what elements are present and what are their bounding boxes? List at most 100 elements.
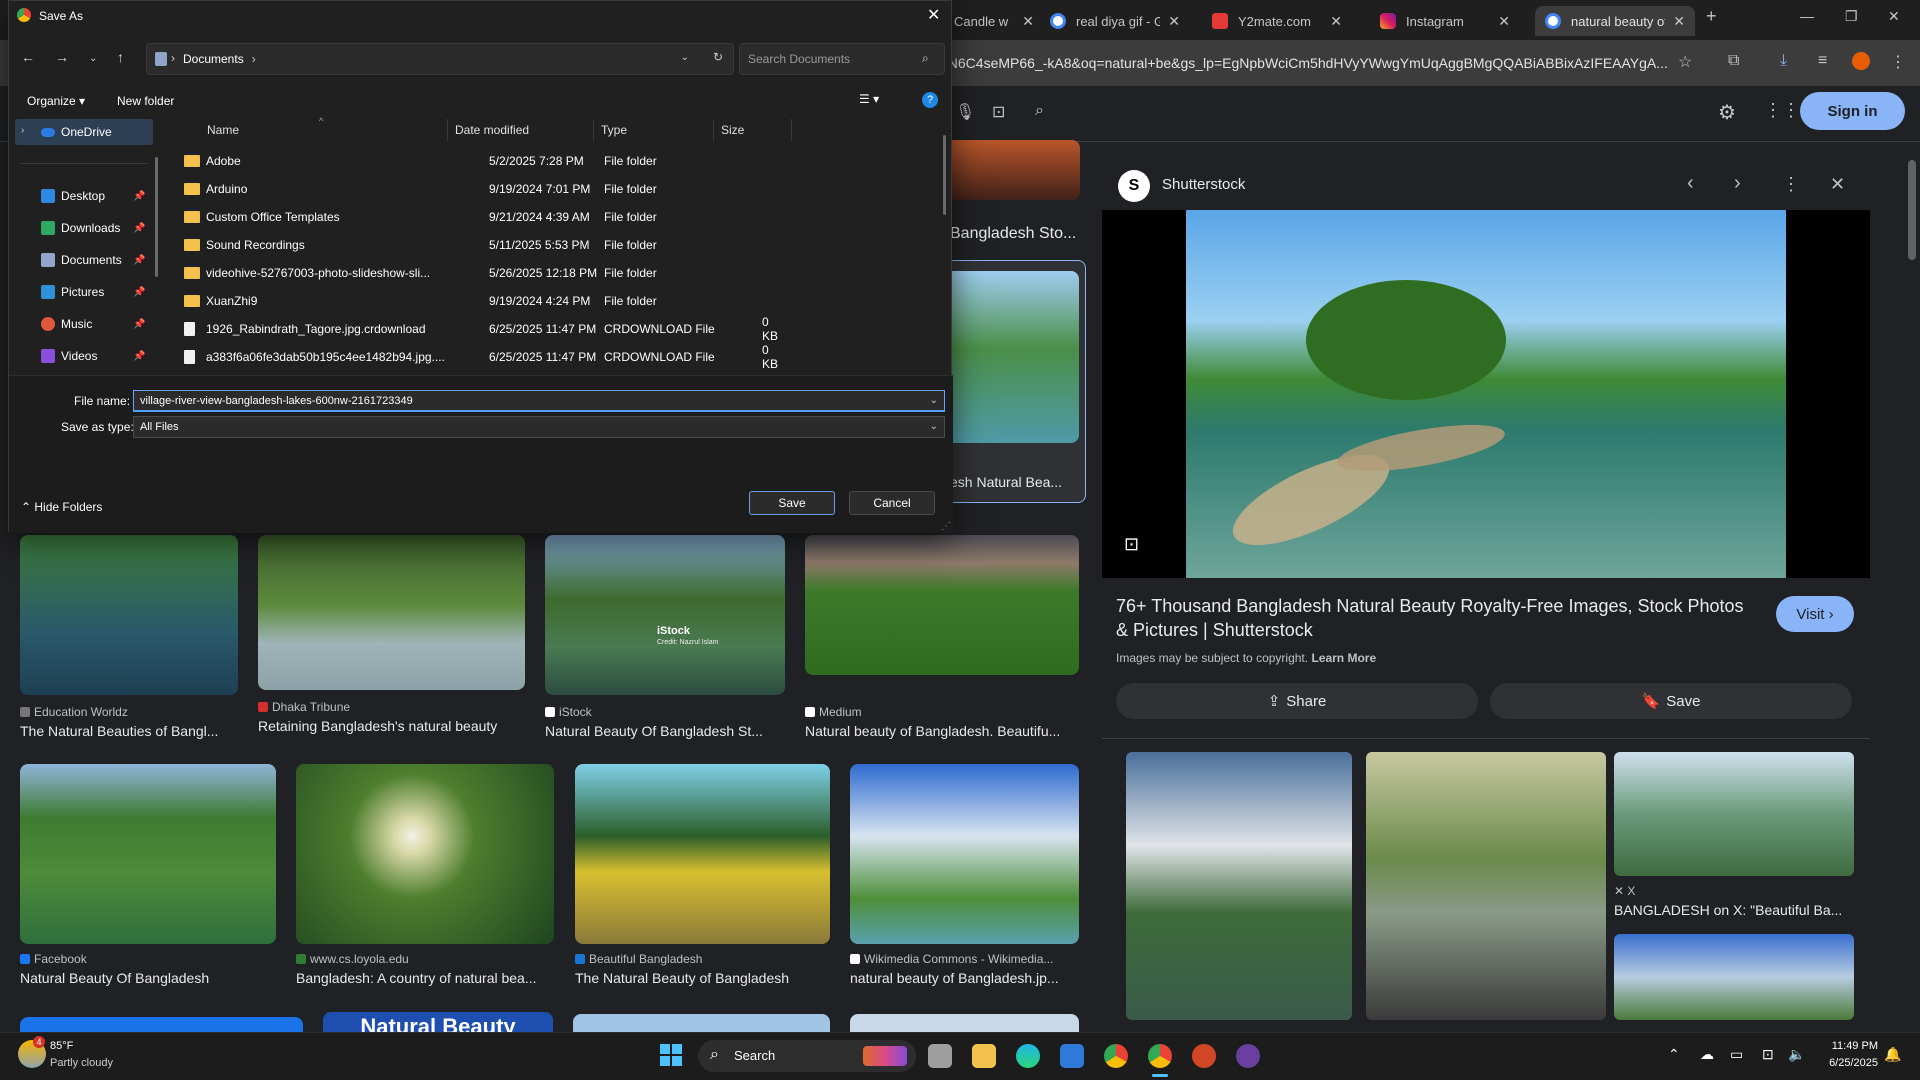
chevron-down-icon[interactable]: ⌄ [930,417,938,437]
nav-onedrive[interactable]: OneDrive [41,125,112,139]
address-path[interactable]: › Documents › ⌄ ↻ [146,43,734,75]
result-card[interactable]: iStock Credit: Nazrul Islam iStock Natur… [545,535,785,739]
nav-downloads[interactable]: Downloads [41,221,120,235]
bookmark-star-icon[interactable]: ☆ [1678,52,1692,72]
save-as-type-select[interactable]: All Files ⌄ [133,416,945,438]
extensions-icon[interactable]: ⧉ [1728,52,1739,70]
result-title[interactable]: Bangladesh Sto... [950,225,1076,243]
browser-tab[interactable]: Candle w ✕ [944,6,1044,36]
tab-close-icon[interactable]: ✕ [1673,13,1685,30]
page-scrollbar[interactable] [1908,160,1916,260]
related-image[interactable] [1126,752,1352,1020]
search-documents-input[interactable]: Search Documents [739,43,945,75]
lens-search-icon[interactable]: ⊡ [1124,534,1139,555]
address-bar[interactable]: 2N6C4seMP66_-kA8&oq=natural+be&gs_lp=EgN… [940,48,1675,78]
result-image[interactable] [850,1014,1079,1032]
file-row[interactable]: Arduino 9/19/2024 7:01 PM File folder [184,177,784,201]
more-options-icon[interactable]: ⋮ [1782,174,1800,195]
save-button[interactable]: Save [749,491,835,515]
file-name-input[interactable]: village-river-view-bangladesh-lakes-600n… [133,390,945,412]
result-image[interactable] [573,1014,830,1032]
selected-result-card[interactable]: esh Natural Bea... [945,260,1086,503]
column-divider[interactable] [593,119,594,141]
clock-time[interactable]: 11:49 PM [1826,1040,1878,1052]
file-row[interactable]: Adobe 5/2/2025 7:28 PM File folder [184,149,784,173]
tab-close-icon[interactable]: ✕ [1330,13,1342,30]
cancel-button[interactable]: Cancel [849,491,935,515]
preview-image[interactable] [1186,210,1786,578]
related-image[interactable] [1366,752,1606,1020]
chevron-up-icon[interactable]: ⌃ [1668,1046,1680,1063]
organize-button[interactable]: Organize ▾ [27,94,85,108]
file-row[interactable]: 1926_Rabindrath_Tagore.jpg.crdownload 6/2… [184,315,784,343]
file-row[interactable]: XuanZhi9 9/19/2024 4:24 PM File folder [184,289,784,313]
start-windows-icon[interactable] [660,1044,682,1066]
file-explorer-icon[interactable] [972,1044,996,1068]
column-date-modified[interactable]: Date modified [455,123,529,137]
browser-tab[interactable]: Y2mate.com ✕ [1202,6,1352,36]
browser-tab[interactable]: real diya gif - Goo ✕ [1040,6,1190,36]
browser-tab-active[interactable]: natural beauty of ✕ [1535,6,1695,36]
visit-button[interactable]: Visit › [1776,596,1854,632]
result-card[interactable]: Medium Natural beauty of Bangladesh. Bea… [805,535,1079,739]
keyboard-icon[interactable]: ▭ [1730,1046,1743,1063]
column-size[interactable]: Size [721,123,744,137]
column-type[interactable]: Type [601,123,627,137]
column-divider[interactable] [713,119,714,141]
weather-desc[interactable]: Partly cloudy [50,1057,113,1069]
result-card[interactable]: Wikimedia Commons - Wikimedia... natural… [850,764,1079,986]
tab-close-icon[interactable]: ✕ [1498,13,1510,30]
powerpoint-icon[interactable] [1192,1044,1216,1068]
pin-icon[interactable]: 📌 [133,319,145,330]
clock-date[interactable]: 6/25/2025 [1820,1057,1878,1069]
pin-icon[interactable]: 📌 [133,351,145,362]
new-tab-button[interactable]: + [1706,6,1717,27]
nav-videos[interactable]: Videos [41,349,97,363]
dialog-close-icon[interactable]: ✕ [927,5,940,25]
expand-chevron-icon[interactable]: › [21,125,24,136]
close-panel-icon[interactable]: ✕ [1830,174,1845,195]
related-image[interactable] [1614,934,1854,1020]
tab-close-icon[interactable]: ✕ [1168,13,1180,30]
pin-icon[interactable]: 📌 [133,255,145,266]
profile-avatar[interactable] [1852,52,1870,70]
apps-grid-icon[interactable]: ⋮⋮ [1764,100,1800,121]
address-dropdown-icon[interactable]: ⌄ [681,52,689,63]
lens-icon[interactable]: ⊡ [992,102,1005,122]
notification-bell-icon[interactable]: 🔔 [1884,1046,1901,1063]
voice-search-icon[interactable]: 🎙 [955,102,975,122]
nav-desktop[interactable]: Desktop [41,189,105,203]
volume-icon[interactable]: 🔈 [1788,1046,1805,1063]
nav-documents[interactable]: Documents [41,253,122,267]
media-icon[interactable]: ≡ [1818,52,1827,70]
previous-icon[interactable]: ‹ [1687,172,1694,195]
next-icon[interactable]: › [1734,172,1741,195]
column-divider[interactable] [791,119,792,141]
file-row[interactable]: videohive-52767003-photo-slideshow-sli..… [184,261,784,285]
file-row[interactable]: a383f6a06fe3dab50b195c4ee1482b94.jpg....… [184,343,784,371]
preview-title[interactable]: 76+ Thousand Bangladesh Natural Beauty R… [1116,594,1756,642]
pin-icon[interactable]: 📌 [133,223,145,234]
recent-locations-icon[interactable]: ⌄ [89,53,97,64]
breadcrumb-documents[interactable]: Documents [183,52,244,66]
pin-icon[interactable]: 📌 [133,191,145,202]
task-view-icon[interactable] [928,1044,952,1068]
store-icon[interactable] [1060,1044,1084,1068]
pin-icon[interactable]: 📌 [133,287,145,298]
tab-close-icon[interactable]: ✕ [1022,13,1034,30]
back-arrow-icon[interactable]: ← [21,49,35,65]
media-player-icon[interactable] [1236,1044,1260,1068]
file-row[interactable]: Custom Office Templates 9/21/2024 4:39 AM… [184,205,784,229]
network-icon[interactable]: ⊡ [1762,1046,1774,1063]
nav-music[interactable]: Music [41,317,92,331]
related-image[interactable] [1614,752,1854,876]
refresh-icon[interactable]: ↻ [713,50,723,64]
column-divider[interactable] [447,119,448,141]
hide-folders-toggle[interactable]: ⌃ Hide Folders [21,500,102,514]
edge-icon[interactable] [1016,1044,1040,1068]
preview-source[interactable]: Shutterstock [1162,176,1245,193]
onedrive-status-icon[interactable]: ☁ [1700,1046,1714,1063]
file-row[interactable]: Sound Recordings 5/11/2025 5:53 PM File fo… [184,233,784,257]
weather-temp[interactable]: 85°F [50,1040,73,1052]
up-arrow-icon[interactable]: ↑ [117,49,124,65]
